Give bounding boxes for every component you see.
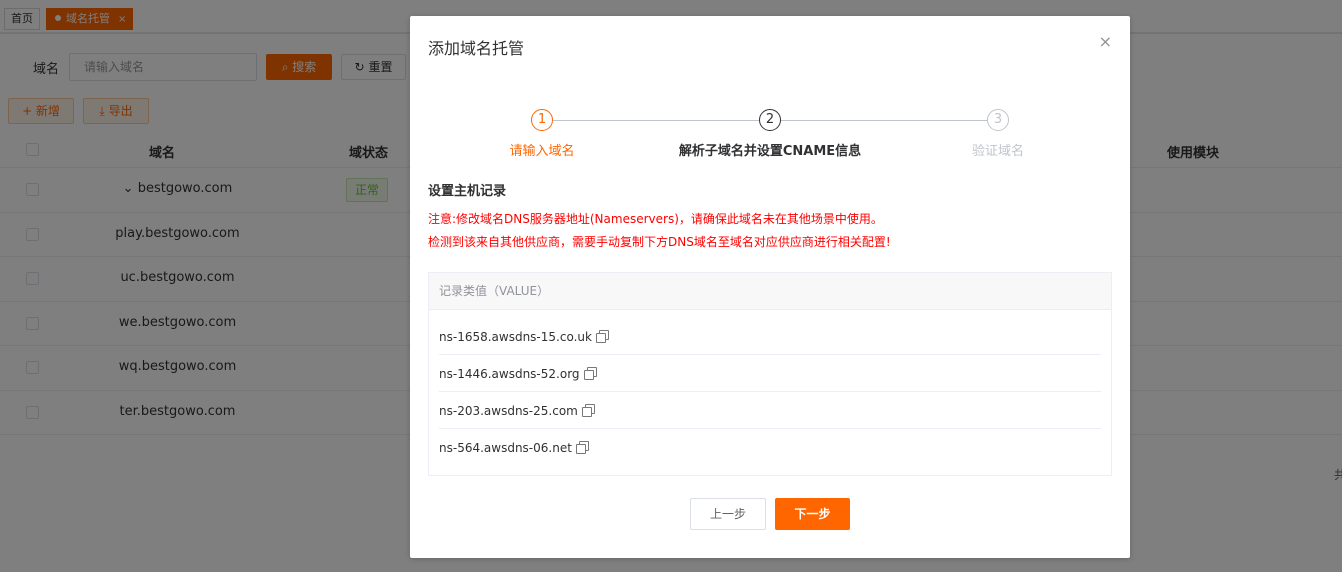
ns-value: ns-1658.awsdns-15.co.uk [439,330,592,344]
list-item: ns-564.awsdns-06.net [439,429,1101,466]
copy-icon[interactable] [581,404,595,417]
step-indicator: 1 请输入域名 2 解析子域名并设置CNAME信息 3 验证域名 [410,109,1130,159]
step-1-label: 请输入域名 [509,144,575,159]
record-value-table: 记录类值（VALUE） ns-1658.awsdns-15.co.uk ns-1… [428,272,1112,476]
copy-icon[interactable] [575,441,589,454]
list-item: ns-203.awsdns-25.com [439,392,1101,429]
warning-notice: 检测到该来自其他供应商，需要手动复制下方DNS域名至域名对应供应商进行相关配置! [428,235,891,249]
section-title: 设置主机记录 [428,184,507,199]
dialog-title: 添加域名托管 [428,39,525,58]
step-2-number: 2 [759,109,781,131]
list-item: ns-1658.awsdns-15.co.uk [439,318,1101,355]
ns-value: ns-564.awsdns-06.net [439,441,572,455]
step-3-number: 3 [987,109,1009,131]
step-connector [781,120,987,121]
record-value-list: ns-1658.awsdns-15.co.uk ns-1446.awsdns-5… [429,318,1111,466]
record-value-header: 记录类值（VALUE） [429,273,1111,310]
copy-icon[interactable] [595,330,609,343]
next-step-button[interactable]: 下一步 [775,498,850,530]
dialog-footer: 上一步 下一步 [410,498,1130,530]
warning-notice: 注意:修改域名DNS服务器地址(Nameservers)，请确保此域名未在其他场… [428,212,883,226]
step-2-label: 解析子域名并设置CNAME信息 [678,144,862,159]
prev-step-button[interactable]: 上一步 [690,498,766,530]
step-3-label: 验证域名 [971,144,1024,159]
close-icon[interactable]: × [1099,32,1112,51]
step-1-number: 1 [531,109,553,131]
ns-value: ns-203.awsdns-25.com [439,404,578,418]
list-item: ns-1446.awsdns-52.org [439,355,1101,392]
step-connector [553,120,759,121]
add-domain-dialog: 添加域名托管 × 1 请输入域名 2 解析子域名并设置CNAME信息 3 验证域… [410,16,1130,558]
copy-icon[interactable] [583,367,597,380]
ns-value: ns-1446.awsdns-52.org [439,367,580,381]
